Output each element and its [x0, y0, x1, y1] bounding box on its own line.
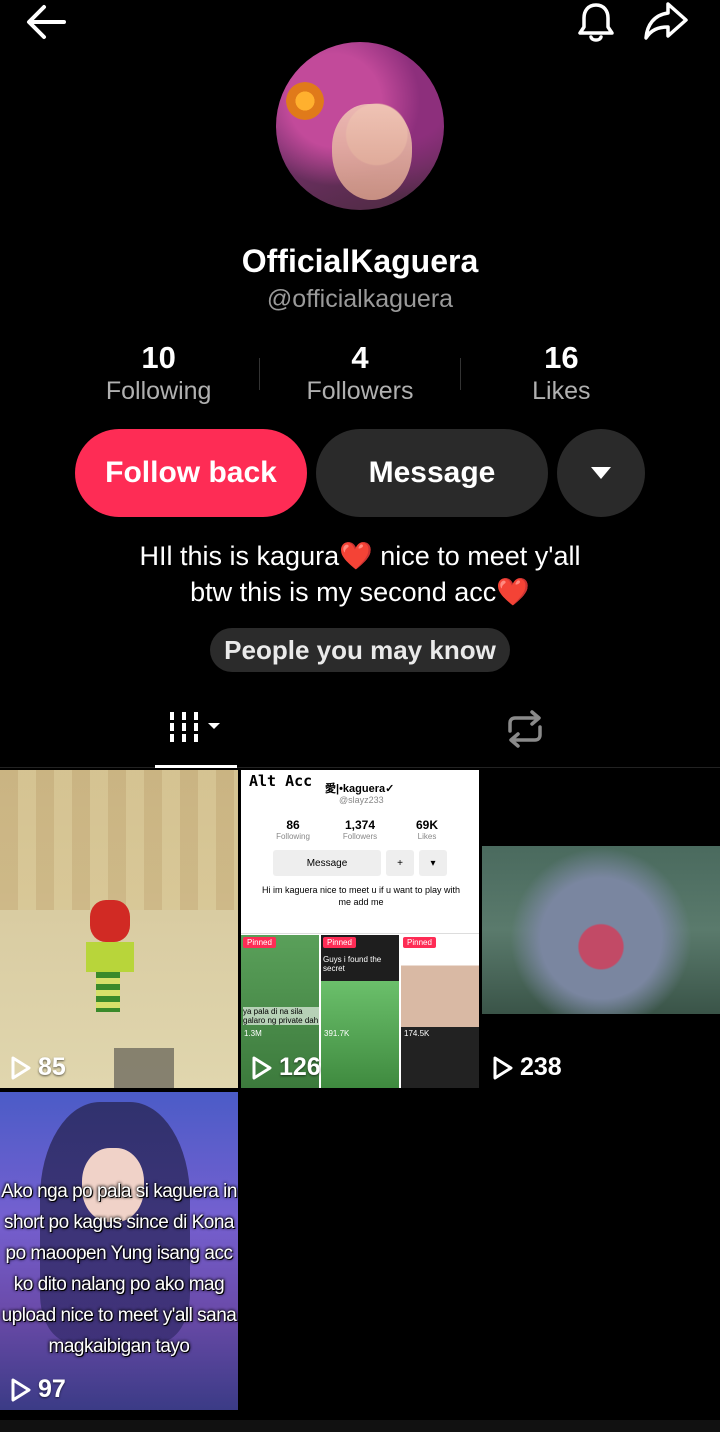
likes-count: 16	[544, 340, 579, 375]
bio-text: btw this is my second acc	[190, 577, 497, 607]
play-icon	[11, 1056, 31, 1079]
display-name: OfficialKaguera	[241, 243, 479, 279]
profile-screenshot-thumbnail: Alt Acc 愛|•kaguera✓ @slayz233 86 Followin…	[241, 770, 479, 1088]
thumbnail-stat: 86 Following	[276, 818, 310, 841]
heart-emoji: ❤️	[496, 577, 530, 607]
message-button[interactable]: Message	[316, 429, 548, 517]
stat-likes[interactable]: 16 Likes	[461, 340, 662, 412]
thumbnail-tabs	[241, 912, 479, 934]
mini-thumb: Pinned 174.5K	[401, 935, 479, 1088]
bio-line-2: btw this is my second acc❤️	[0, 574, 720, 610]
share-button[interactable]	[642, 0, 690, 44]
bio-text: nice to meet y'all	[372, 541, 581, 571]
people-you-may-know-button[interactable]: People you may know	[210, 628, 510, 672]
repost-icon	[508, 710, 542, 748]
video-thumbnail[interactable]: Ako nga po pala si kaguera in short po k…	[0, 1092, 238, 1410]
following-count: 10	[141, 340, 176, 375]
thumbnail-text: Alt Acc	[249, 772, 313, 790]
view-count: 126	[251, 1053, 321, 1082]
play-icon	[493, 1056, 513, 1079]
grid-bars-icon	[170, 711, 220, 742]
followers-count: 4	[351, 340, 369, 375]
stat-divider	[259, 358, 260, 390]
thumbnail-bio: Hi im kaguera nice to meet u if u want t…	[261, 885, 461, 907]
game-screenshot	[482, 846, 720, 1014]
top-bar	[0, 0, 720, 48]
video-thumbnail[interactable]: 85	[0, 770, 238, 1088]
view-count-value: 238	[520, 1053, 562, 1081]
thumbnail-add-button: +	[386, 850, 414, 876]
thumbnail-background	[0, 770, 238, 910]
stat-followers[interactable]: 4 Followers	[259, 340, 460, 412]
view-count-value: 126	[279, 1053, 321, 1081]
follow-back-button[interactable]: Follow back	[75, 429, 307, 517]
share-icon	[644, 2, 688, 40]
mini-thumb: Pinned Guys i found the secret 391.7K	[321, 935, 399, 1088]
arrow-left-icon	[27, 5, 66, 39]
bio-text: HIl this is kagura	[139, 541, 340, 571]
avatar[interactable]	[276, 42, 444, 210]
thumbnail-more-button: ▾	[419, 850, 447, 876]
back-button[interactable]	[22, 0, 70, 44]
hair-flower	[286, 82, 324, 120]
thumbnail-message-button: Message	[273, 850, 381, 876]
tab-videos[interactable]	[155, 690, 237, 768]
view-count: 85	[10, 1053, 66, 1082]
profile-stats: 10 Following 4 Followers 16 Likes	[58, 340, 662, 412]
thumbnail-stat: 69K Likes	[415, 818, 438, 841]
caret-down-icon	[591, 467, 611, 479]
notification-bell-button[interactable]	[572, 0, 620, 44]
likes-label: Likes	[532, 377, 591, 405]
stat-divider	[460, 358, 461, 390]
more-options-button[interactable]	[557, 429, 645, 517]
video-thumbnail[interactable]: Alt Acc 愛|•kaguera✓ @slayz233 86 Followin…	[241, 770, 479, 1088]
thumbnail-text: @slayz233	[339, 795, 384, 805]
bottom-bar	[0, 1420, 720, 1432]
view-count: 97	[10, 1375, 66, 1404]
bio-line-1: HIl this is kagura❤️ nice to meet y'all	[0, 538, 720, 574]
video-thumbnail[interactable]: 238	[482, 770, 720, 1088]
heart-emoji: ❤️	[339, 541, 373, 571]
avatar-face	[332, 104, 412, 200]
view-count: 238	[492, 1053, 562, 1082]
content-tabs	[0, 690, 720, 768]
username-handle: @officialkaguera	[266, 285, 454, 313]
bell-icon	[578, 3, 614, 42]
play-icon	[252, 1056, 272, 1079]
tab-reposts[interactable]	[485, 690, 565, 768]
thumbnail-text: 愛|•kaguera✓	[325, 783, 395, 795]
thumbnail-character	[86, 900, 138, 1012]
stat-following[interactable]: 10 Following	[58, 340, 259, 412]
bio: HIl this is kagura❤️ nice to meet y'all …	[0, 538, 720, 610]
play-icon	[11, 1378, 31, 1401]
video-caption-overlay: Ako nga po pala si kaguera in short po k…	[1, 1181, 237, 1357]
followers-label: Followers	[306, 377, 414, 405]
thumbnail-stat: 1,374 Followers	[342, 818, 378, 841]
view-count-value: 85	[38, 1053, 66, 1081]
view-count-value: 97	[38, 1375, 66, 1403]
following-label: Following	[105, 377, 212, 405]
heart-sticker	[114, 1048, 174, 1088]
